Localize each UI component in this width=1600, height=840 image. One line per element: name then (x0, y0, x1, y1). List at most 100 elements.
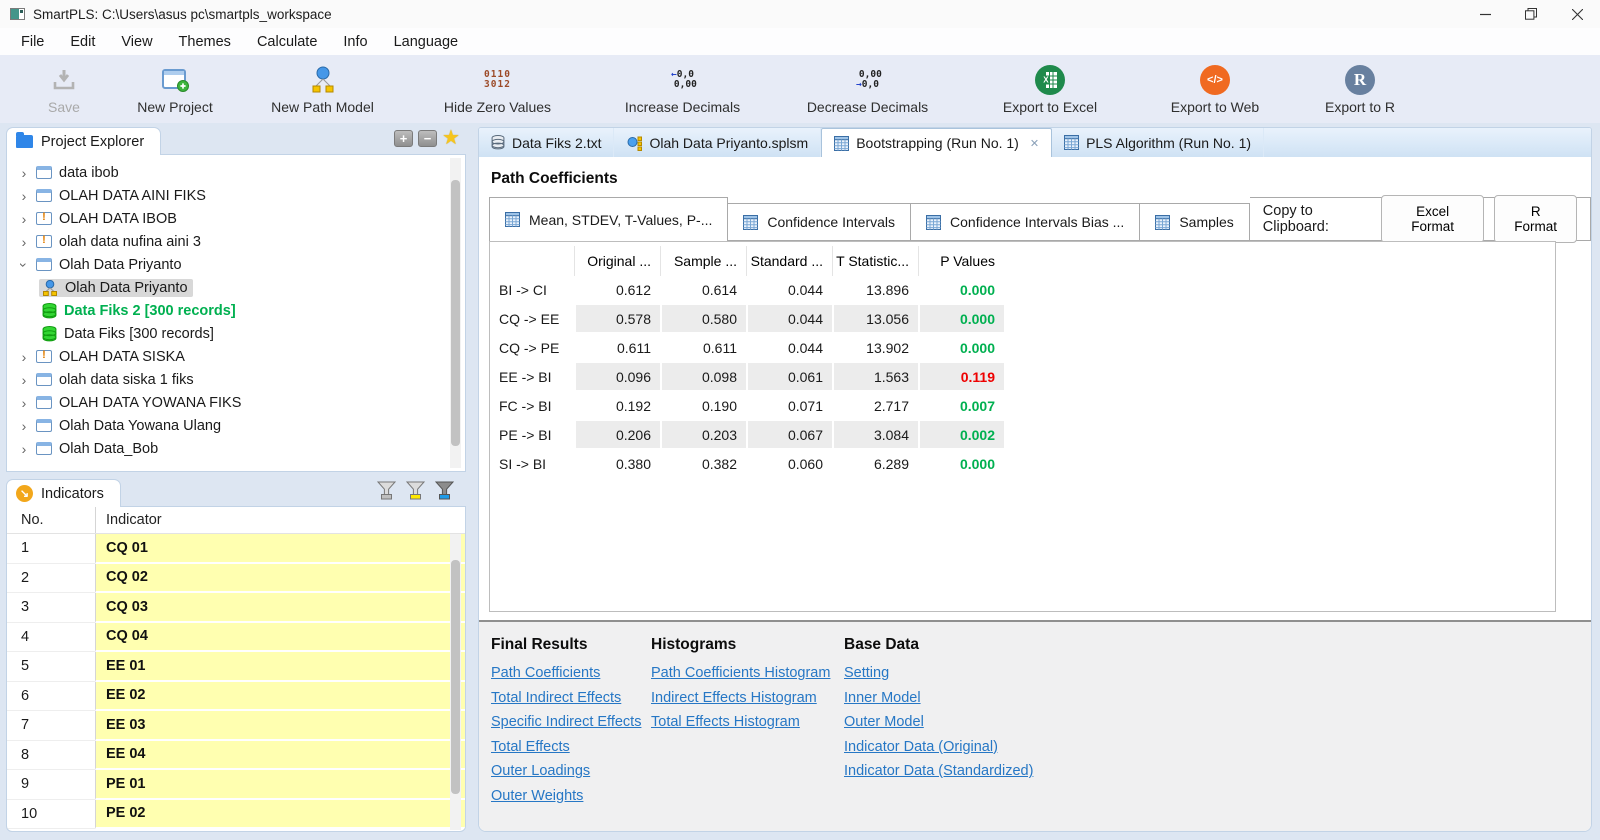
increase-decimals-button[interactable]: ←0,0 0,00 Increase Decimals (600, 62, 765, 116)
indicator-row[interactable]: 3 CQ 03 (7, 593, 465, 623)
cell-value: 0.190 (660, 392, 746, 419)
link-indicator-data-standardized[interactable]: Indicator Data (Standardized) (844, 759, 1033, 784)
tab-path-model[interactable]: Olah Data Priyanto.splsm (614, 128, 822, 157)
column-header[interactable]: T Statistic... (832, 246, 918, 276)
tab-label: Data Fiks 2.txt (512, 134, 602, 151)
subtab-samples[interactable]: Samples (1140, 203, 1250, 241)
cell-value: 0.612 (574, 276, 660, 303)
link-path-coefficients-histogram[interactable]: Path Coefficients Histogram (651, 661, 830, 686)
chevron-right-icon[interactable]: › (15, 418, 33, 434)
favorites-star-icon[interactable]: ★ (442, 128, 460, 148)
column-header-indicator[interactable]: Indicator (95, 507, 465, 533)
chevron-right-icon[interactable]: › (15, 234, 33, 250)
tree-item[interactable]: › Olah Data_Bob (7, 437, 465, 460)
tab-pls-algorithm[interactable]: PLS Algorithm (Run No. 1) (1052, 128, 1265, 157)
restore-button[interactable] (1508, 0, 1554, 28)
tree-item[interactable]: › data ibob (7, 161, 465, 184)
tab-data-fiks[interactable]: Data Fiks 2.txt (479, 128, 615, 157)
link-indicator-data-original[interactable]: Indicator Data (Original) (844, 735, 1033, 760)
indicators-tab[interactable]: ↘ Indicators (6, 479, 121, 507)
scrollbar-thumb[interactable] (451, 560, 460, 794)
close-button[interactable] (1554, 0, 1600, 28)
hide-zero-values-button[interactable]: 0110 3012 Hide Zero Values (415, 62, 580, 116)
link-outer-loadings[interactable]: Outer Loadings (491, 759, 641, 784)
chevron-right-icon[interactable]: › (15, 211, 33, 227)
excel-format-button[interactable]: Excel Format (1380, 195, 1485, 243)
tree-item[interactable]: › Olah Data Yowana Ulang (7, 414, 465, 437)
indicator-row[interactable]: 5 EE 01 (7, 652, 465, 682)
link-specific-indirect-effects[interactable]: Specific Indirect Effects (491, 710, 641, 735)
link-inner-model[interactable]: Inner Model (844, 686, 1033, 711)
expand-all-button[interactable]: + (394, 129, 413, 147)
tree-item[interactable]: › olah data siska 1 fiks (7, 368, 465, 391)
chevron-right-icon[interactable]: › (15, 372, 33, 388)
tree-item[interactable]: Data Fiks 2 [300 records] (7, 299, 465, 322)
chevron-right-icon[interactable]: › (15, 165, 33, 181)
filter-selected-icon[interactable] (405, 481, 426, 500)
chevron-right-icon[interactable]: › (15, 188, 33, 204)
save-button[interactable]: Save (24, 62, 104, 115)
collapse-all-button[interactable]: − (418, 129, 437, 147)
link-outer-weights[interactable]: Outer Weights (491, 784, 641, 809)
chevron-right-icon[interactable]: › (15, 349, 33, 365)
decrease-decimals-button[interactable]: 0,00 →0,0 Decrease Decimals (785, 62, 950, 116)
indicator-row[interactable]: 7 EE 03 (7, 711, 465, 741)
indicators-scrollbar[interactable] (450, 534, 461, 830)
link-indirect-effects-histogram[interactable]: Indirect Effects Histogram (651, 686, 830, 711)
indicator-row[interactable]: 10 PE 02 (7, 799, 465, 829)
column-header[interactable]: Original ... (574, 246, 660, 276)
tree-item[interactable]: › Olah Data Priyanto (7, 253, 465, 276)
indicator-row[interactable]: 1 CQ 01 (7, 534, 465, 564)
subtab-confidence-intervals-bias[interactable]: Confidence Intervals Bias ... (911, 203, 1141, 241)
tree-item[interactable]: › OLAH DATA IBOB (7, 207, 465, 230)
link-setting[interactable]: Setting (844, 661, 1033, 686)
link-outer-model[interactable]: Outer Model (844, 710, 1033, 735)
project-explorer-tab[interactable]: Project Explorer (6, 127, 162, 155)
tree-item[interactable]: › OLAH DATA SISKA (7, 345, 465, 368)
filter-highlight-icon[interactable] (434, 481, 455, 500)
indicator-row[interactable]: 2 CQ 02 (7, 563, 465, 593)
column-header[interactable]: P Values (918, 246, 1004, 276)
menu-themes[interactable]: Themes (166, 31, 244, 53)
p-value: 0.000 (918, 305, 1004, 332)
column-header[interactable]: Sample ... (660, 246, 746, 276)
link-path-coefficients[interactable]: Path Coefficients (491, 661, 641, 686)
new-path-model-button[interactable]: New Path Model (245, 62, 400, 115)
indicator-row[interactable]: 9 PE 01 (7, 770, 465, 800)
indicator-row[interactable]: 6 EE 02 (7, 681, 465, 711)
subtab-confidence-intervals[interactable]: Confidence Intervals (728, 203, 912, 241)
project-explorer-scrollbar[interactable] (450, 158, 461, 468)
link-total-indirect-effects[interactable]: Total Indirect Effects (491, 686, 641, 711)
export-to-web-button[interactable]: </> Export to Web (1150, 62, 1280, 115)
scrollbar-thumb[interactable] (451, 180, 460, 446)
tree-item-selected[interactable]: Olah Data Priyanto (7, 276, 465, 299)
menu-language[interactable]: Language (381, 31, 472, 53)
export-to-excel-button[interactable]: X Export to Excel (985, 62, 1115, 115)
new-project-button[interactable]: New Project (120, 62, 230, 115)
menu-info[interactable]: Info (330, 31, 380, 53)
link-total-effects-histogram[interactable]: Total Effects Histogram (651, 710, 830, 735)
r-format-button[interactable]: R Format (1494, 195, 1577, 243)
tab-bootstrapping[interactable]: Bootstrapping (Run No. 1) ✕ (821, 128, 1053, 157)
chevron-right-icon[interactable]: › (15, 395, 33, 411)
chevron-down-icon[interactable]: › (16, 256, 32, 274)
indicator-row[interactable]: 8 EE 04 (7, 740, 465, 770)
menu-edit[interactable]: Edit (57, 31, 108, 53)
menu-file[interactable]: File (8, 31, 57, 53)
tree-item[interactable]: › olah data nufina aini 3 (7, 230, 465, 253)
link-total-effects[interactable]: Total Effects (491, 735, 641, 760)
column-header[interactable]: Standard ... (746, 246, 832, 276)
subtab-mean-stdev[interactable]: Mean, STDEV, T-Values, P-... (489, 197, 729, 241)
tree-item[interactable]: › OLAH DATA YOWANA FIKS (7, 391, 465, 414)
export-to-r-button[interactable]: R Export to R (1300, 62, 1420, 115)
menu-view[interactable]: View (108, 31, 165, 53)
tab-close-icon[interactable]: ✕ (1030, 137, 1039, 150)
menu-calculate[interactable]: Calculate (244, 31, 330, 53)
chevron-right-icon[interactable]: › (15, 441, 33, 457)
minimize-button[interactable] (1462, 0, 1508, 28)
tree-item[interactable]: › OLAH DATA AINI FIKS (7, 184, 465, 207)
tree-item[interactable]: Data Fiks [300 records] (7, 322, 465, 345)
filter-all-icon[interactable] (376, 481, 397, 500)
column-header-no[interactable]: No. (7, 512, 95, 528)
indicator-row[interactable]: 4 CQ 04 (7, 622, 465, 652)
